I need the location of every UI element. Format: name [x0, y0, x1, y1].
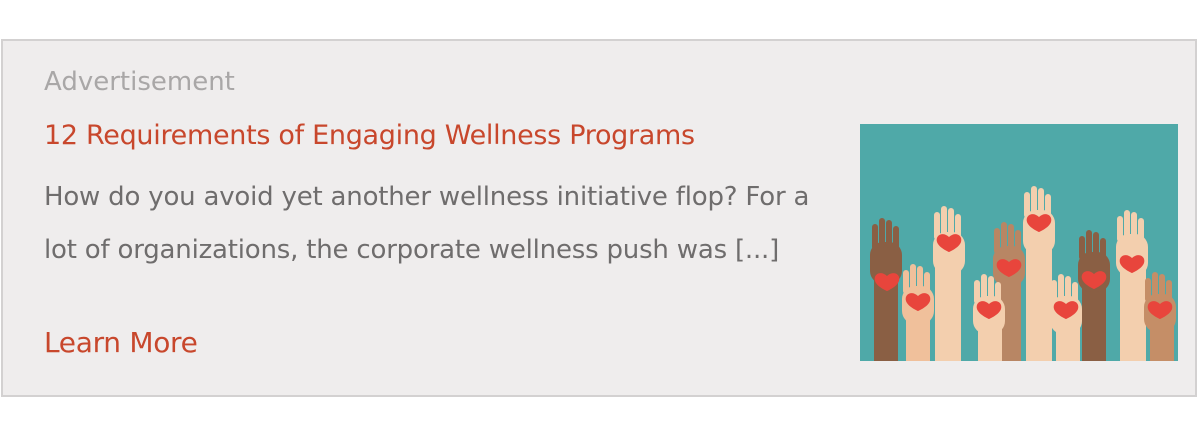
raised-hands-icon: [870, 186, 1176, 361]
hand-back-1: [870, 218, 902, 361]
hand-back-6: [1116, 210, 1148, 361]
hand-back-2: [933, 206, 965, 361]
hand-front-2: [973, 274, 1005, 361]
learn-more-link[interactable]: Learn More: [44, 325, 198, 361]
hand-front-4: [1144, 272, 1176, 361]
hand-front-1: [902, 264, 934, 361]
hand-back-4: [1023, 186, 1055, 361]
hand-back-5: [1078, 230, 1110, 361]
ad-title-link[interactable]: 12 Requirements of Engaging Wellness Pro…: [44, 118, 834, 154]
hand-front-3: [1050, 274, 1082, 361]
advertisement-card[interactable]: Advertisement 12 Requirements of Engagin…: [1, 39, 1197, 397]
raised-hands-hearts-image[interactable]: [860, 124, 1178, 361]
advertisement-label: Advertisement: [44, 67, 235, 97]
ad-excerpt: How do you avoid yet another wellness in…: [44, 182, 810, 265]
